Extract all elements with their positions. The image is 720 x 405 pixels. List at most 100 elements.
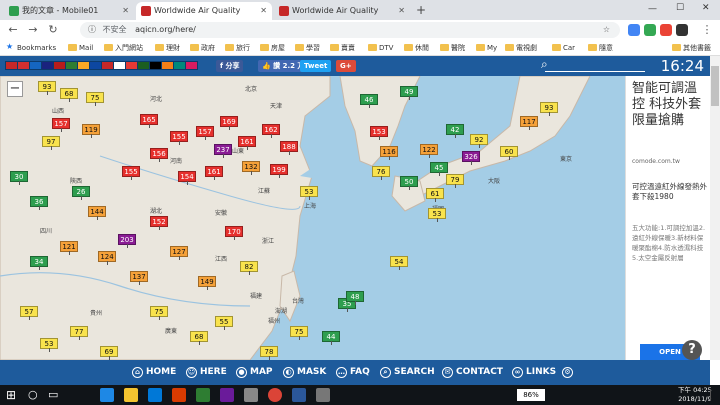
nav-contact[interactable]: ✉ CONTACT — [442, 364, 503, 381]
menu-button[interactable]: ⋮ — [700, 23, 714, 37]
nav-here[interactable]: ☺ HERE — [186, 364, 227, 381]
nav-map[interactable]: ● MAP — [236, 364, 273, 381]
back-button[interactable]: ← — [6, 23, 20, 37]
google-plus-button[interactable]: G+ — [336, 60, 356, 72]
air-quality-map[interactable]: − 山西河北北京天津山東河南江蘇安徽上海湖北浙江江西福建台灣廣東貴州四川陝西首爾… — [0, 76, 625, 360]
task-view-icon[interactable]: ▭ — [48, 388, 58, 401]
aqi-station-marker[interactable]: 30 — [10, 171, 28, 185]
aqi-station-marker[interactable]: 36 — [30, 196, 48, 210]
aqi-station-marker[interactable]: 162 — [262, 124, 280, 138]
file-explorer-icon[interactable] — [124, 388, 138, 402]
aqi-station-marker[interactable]: 157 — [52, 118, 70, 132]
extension-icon[interactable] — [628, 24, 640, 36]
bookmark-folder[interactable]: 政府 — [190, 43, 215, 53]
aqi-station-marker[interactable]: 116 — [380, 146, 398, 160]
close-tab-icon[interactable]: ✕ — [260, 2, 267, 19]
aqi-station-marker[interactable]: 326 — [462, 151, 480, 165]
close-tab-icon[interactable]: ✕ — [122, 2, 129, 19]
nav-settings[interactable]: ⚙ — [562, 364, 576, 381]
aqi-station-marker[interactable]: 50 — [400, 176, 418, 190]
nav-faq[interactable]: … FAQ — [336, 364, 370, 381]
system-clock[interactable]: 下午 04:25 2018/11/9 — [678, 386, 712, 404]
aqi-station-marker[interactable]: 149 — [198, 276, 216, 290]
tab-air-quality-active[interactable]: Worldwide Air Quality ✕ — [136, 2, 272, 20]
ad-panel[interactable]: 智能可調溫控 科技外套 限量搶購 comode.com.tw 可控溫遠紅外線發熱… — [625, 76, 710, 360]
address-bar[interactable]: ⓘ 不安全 aqicn.org/here/ ☆ — [80, 22, 620, 38]
zoom-out-button[interactable]: − — [7, 81, 23, 97]
reload-button[interactable]: ↻ — [46, 23, 60, 37]
aqi-station-marker[interactable]: 188 — [280, 141, 298, 155]
edge-icon[interactable] — [100, 388, 114, 402]
close-tab-icon[interactable]: ✕ — [398, 2, 405, 19]
aqi-station-marker[interactable]: 44 — [322, 331, 340, 345]
app-icon[interactable] — [244, 388, 258, 402]
aqi-station-marker[interactable]: 45 — [430, 162, 448, 176]
bookmarks-apps[interactable]: ★ Bookmarks — [6, 42, 56, 53]
aqi-station-marker[interactable]: 93 — [540, 102, 558, 116]
word-icon[interactable] — [292, 388, 306, 402]
bookmark-folder[interactable]: My — [476, 43, 497, 53]
battery-indicator[interactable]: 86% — [517, 389, 545, 401]
tab-air-quality[interactable]: Worldwide Air Quality ✕ — [274, 2, 410, 20]
search-icon[interactable]: ○ — [28, 388, 38, 401]
tweet-button[interactable]: Tweet — [300, 60, 332, 72]
nav-mask[interactable]: ◐ MASK — [283, 364, 326, 381]
extension-icon[interactable] — [676, 24, 688, 36]
aqi-station-marker[interactable]: 78 — [260, 346, 278, 360]
aqi-station-marker[interactable]: 144 — [88, 206, 106, 220]
bookmark-folder[interactable]: 電視劇 — [505, 43, 537, 53]
aqi-station-marker[interactable]: 155 — [170, 131, 188, 145]
store-icon[interactable] — [148, 388, 162, 402]
windows-start-icon[interactable]: ⊞ — [6, 388, 16, 402]
bookmark-folder[interactable]: Car — [552, 43, 575, 53]
aqi-station-marker[interactable]: 49 — [400, 86, 418, 100]
aqi-station-marker[interactable]: 203 — [118, 234, 136, 248]
extension-icon[interactable] — [660, 24, 672, 36]
aqi-station-marker[interactable]: 161 — [238, 136, 256, 150]
aqi-station-marker[interactable]: 68 — [190, 331, 208, 345]
chrome-icon[interactable] — [268, 388, 282, 402]
bookmark-folder[interactable]: 房屋 — [260, 43, 285, 53]
app-icon[interactable] — [220, 388, 234, 402]
language-flag[interactable] — [185, 61, 198, 70]
scrollbar-thumb[interactable] — [711, 66, 719, 106]
new-tab-button[interactable]: + — [416, 3, 426, 17]
aqi-station-marker[interactable]: 237 — [214, 144, 232, 158]
maximize-button[interactable]: ☐ — [676, 3, 684, 13]
tab-mobile01[interactable]: 我的文章 - Mobile01 ✕ — [4, 2, 134, 20]
bookmark-folder[interactable]: 休閒 — [404, 43, 429, 53]
search-icon[interactable]: ⌕ — [541, 57, 548, 72]
aqi-station-marker[interactable]: 127 — [170, 246, 188, 260]
nav-links[interactable]: ∞ LINKS — [512, 364, 556, 381]
bookmark-folder[interactable]: Mail — [68, 43, 93, 53]
bookmark-folder[interactable]: 學習 — [295, 43, 320, 53]
aqi-station-marker[interactable]: 53 — [40, 338, 58, 352]
aqi-station-marker[interactable]: 161 — [205, 166, 223, 180]
aqi-station-marker[interactable]: 55 — [215, 316, 233, 330]
aqi-station-marker[interactable]: 156 — [150, 148, 168, 162]
aqi-station-marker[interactable]: 34 — [30, 256, 48, 270]
aqi-station-marker[interactable]: 26 — [72, 186, 90, 200]
bookmark-star-icon[interactable]: ☆ — [603, 22, 610, 38]
nav-search[interactable]: ⌕ SEARCH — [380, 364, 435, 381]
aqi-station-marker[interactable]: 61 — [426, 188, 444, 202]
bookmark-folder[interactable]: 理財 — [155, 43, 180, 53]
search-input[interactable] — [545, 71, 645, 72]
aqi-station-marker[interactable]: 155 — [122, 166, 140, 180]
aqi-station-marker[interactable]: 93 — [38, 81, 56, 95]
aqi-station-marker[interactable]: 82 — [240, 261, 258, 275]
aqi-station-marker[interactable]: 53 — [428, 208, 446, 222]
aqi-station-marker[interactable]: 48 — [346, 291, 364, 305]
bookmark-folder[interactable]: 旅行 — [225, 43, 250, 53]
bookmark-folder[interactable]: 賣賣 — [330, 43, 355, 53]
aqi-station-marker[interactable]: 57 — [20, 306, 38, 320]
aqi-station-marker[interactable]: 53 — [300, 186, 318, 200]
aqi-station-marker[interactable]: 170 — [225, 226, 243, 240]
aqi-station-marker[interactable]: 97 — [42, 136, 60, 150]
aqi-station-marker[interactable]: 75 — [290, 326, 308, 340]
aqi-station-marker[interactable]: 137 — [130, 271, 148, 285]
minimize-button[interactable]: — — [648, 4, 657, 14]
aqi-station-marker[interactable]: 119 — [82, 124, 100, 138]
aqi-station-marker[interactable]: 79 — [446, 174, 464, 188]
aqi-station-marker[interactable]: 169 — [220, 116, 238, 130]
